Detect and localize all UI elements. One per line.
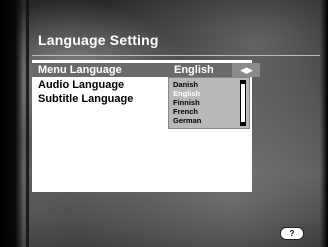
page-title: Language Setting	[38, 32, 159, 48]
scrollbar-thumb[interactable]	[241, 84, 245, 122]
menu-item-label: Audio Language	[38, 79, 125, 91]
dropdown-option[interactable]: German	[173, 116, 235, 125]
language-dropdown-list[interactable]: Danish English Finnish French German	[168, 77, 250, 129]
dropdown-option[interactable]: Finnish	[173, 98, 235, 107]
dropdown-option-selected[interactable]: English	[173, 89, 235, 98]
screen-background: Language Setting Menu Language English A…	[0, 0, 328, 247]
menu-item-label: Subtitle Language	[38, 93, 134, 105]
dropdown-scrollbar[interactable]	[240, 80, 246, 126]
title-divider	[32, 55, 320, 56]
dropdown-option[interactable]: Danish	[173, 80, 235, 89]
left-rail	[26, 0, 29, 247]
left-border	[0, 0, 22, 247]
dropdown-option[interactable]: French	[173, 107, 235, 116]
menu-language-value: English	[174, 64, 214, 76]
menu-item-menu-language[interactable]: Menu Language English	[32, 63, 252, 77]
help-button[interactable]: ?	[280, 227, 304, 240]
right-border	[320, 0, 328, 247]
menu-item-label: Menu Language	[38, 64, 122, 76]
left-right-arrows-icon[interactable]: ◀▶	[232, 63, 260, 77]
